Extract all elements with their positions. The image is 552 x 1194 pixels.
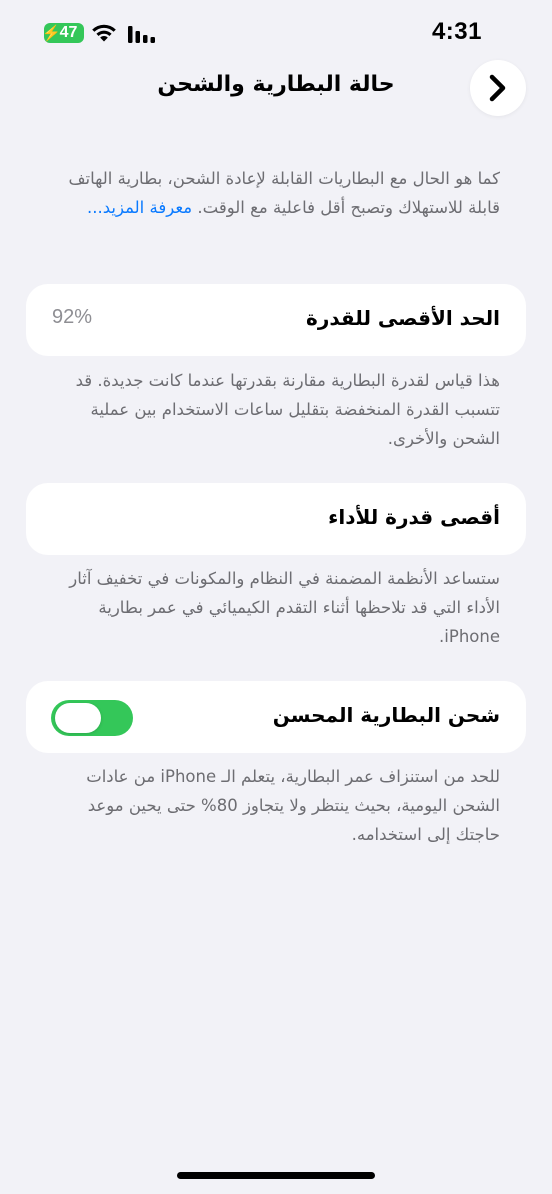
back-button[interactable] xyxy=(470,60,526,116)
chevron-icon xyxy=(489,74,506,102)
optimized-charging-description: للحد من استنزاف عمر البطارية، يتعلم الـ … xyxy=(86,767,500,844)
battery-level: 47 xyxy=(59,24,78,41)
peak-performance-row: أقصى قدرة للأداء xyxy=(26,483,526,555)
optimized-charging-row: شحن البطارية المحسن xyxy=(26,681,526,753)
max-capacity-label: الحد الأقصى للقدرة xyxy=(306,306,500,330)
battery-indicator: ⚡ 47 xyxy=(42,23,84,43)
status-time: 4:31 xyxy=(431,18,482,45)
peak-performance-description: ستساعد الأنظمة المضمنة في النظام والمكون… xyxy=(69,569,500,646)
learn-more-link[interactable]: معرفة المزيد... xyxy=(87,198,192,217)
charging-bolt-icon: ⚡ xyxy=(42,25,61,42)
max-capacity-row: الحد الأقصى للقدرة 92% xyxy=(26,284,526,356)
optimized-charging-toggle[interactable] xyxy=(51,700,133,736)
optimized-charging-label: شحن البطارية المحسن xyxy=(272,703,500,727)
max-capacity-value: 92% xyxy=(52,306,93,328)
battery-health-screen: ⚡ 47 4:31 حالة البطارية والشحن كما هو ال… xyxy=(0,0,552,1194)
cellular-signal-icon xyxy=(128,26,155,43)
max-capacity-description: هذا قياس لقدرة البطارية مقارنة بقدرتها ع… xyxy=(75,371,500,448)
intro-text: كما هو الحال مع البطاريات القابلة لإعادة… xyxy=(50,164,500,222)
home-indicator[interactable] xyxy=(177,1172,375,1179)
wifi-icon xyxy=(92,24,116,42)
status-bar: ⚡ 47 4:31 xyxy=(0,0,552,66)
toggle-knob xyxy=(55,703,101,733)
peak-performance-label: أقصى قدرة للأداء xyxy=(328,505,500,529)
